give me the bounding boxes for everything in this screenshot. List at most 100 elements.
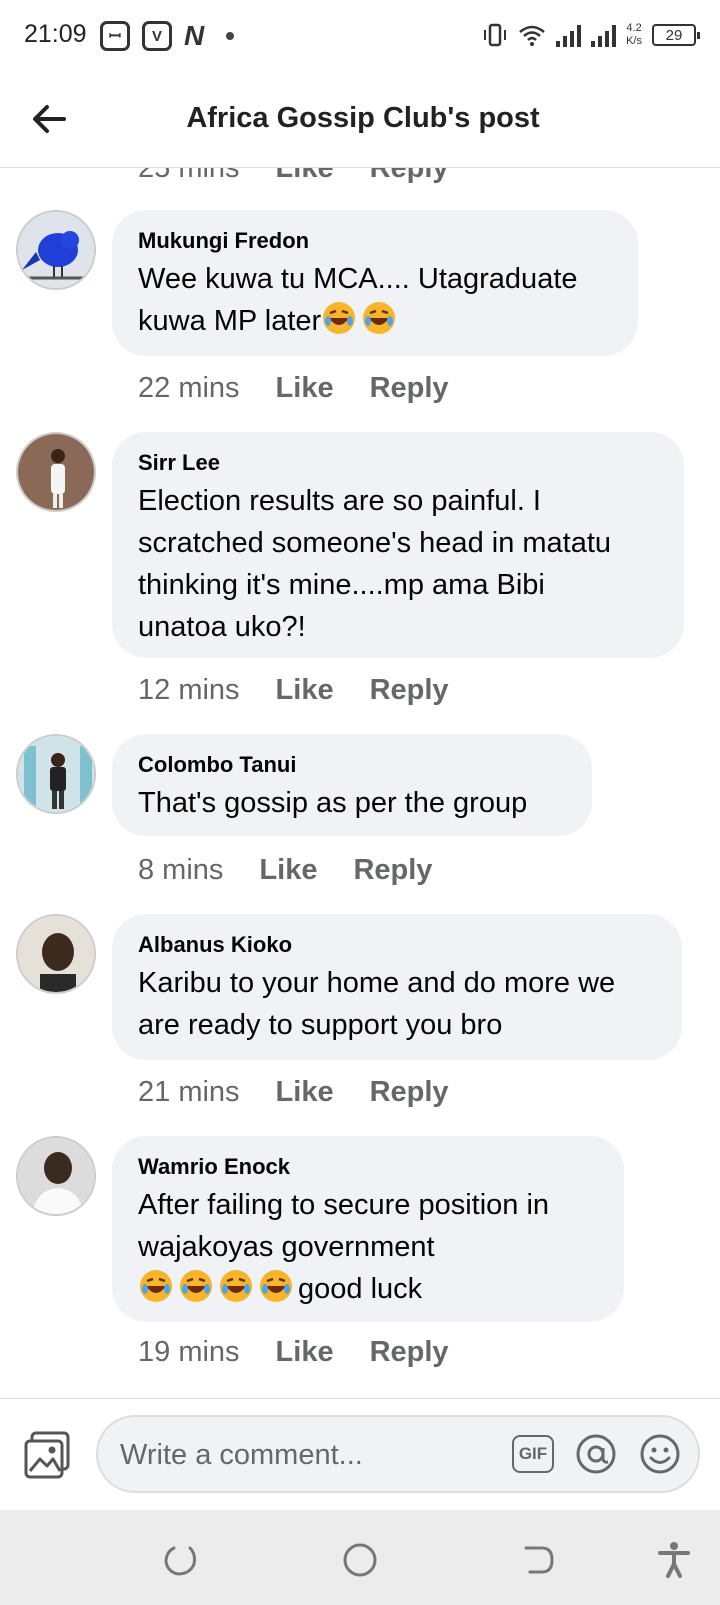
notification-icons: ꟷ V N [100, 20, 235, 52]
reply-button[interactable]: Reply [370, 1076, 449, 1109]
comment-input[interactable]: Write a comment... GIF [96, 1415, 700, 1493]
comment-meta: 8 mins Like Reply [138, 854, 432, 887]
person-in-white-avatar-icon [18, 434, 94, 510]
comment-line: are ready to support you bro [138, 1009, 503, 1041]
reply-button[interactable]: Reply [370, 1336, 449, 1369]
comment-composer: Write a comment... GIF [0, 1398, 720, 1510]
status-indicators: 4.2 K/s 29 [482, 22, 700, 48]
comment-line: Karibu to your home and do more we [138, 967, 616, 999]
laughing-emoji-icon [140, 1270, 172, 1302]
commenter-name[interactable]: Wamrio Enock [138, 1154, 598, 1180]
comment-time: 19 mins [138, 1336, 240, 1368]
vibrate-icon [484, 23, 507, 47]
laughing-emoji-icon [260, 1270, 292, 1302]
comment-line: kuwa MP later [138, 305, 322, 337]
back-nav-icon [524, 1546, 554, 1574]
laughing-emoji-icon [323, 302, 356, 334]
battery-level: 29 [665, 26, 683, 44]
back-nav-button[interactable] [520, 1540, 560, 1580]
comment-line: That's gossip as per the group [138, 787, 528, 819]
avatar-sirr-lee[interactable] [16, 432, 96, 512]
reply-button[interactable]: Reply [370, 168, 449, 185]
comment-meta: 21 mins Like Reply [138, 1076, 449, 1109]
comment-text: Karibu to your home and do more we are r… [138, 962, 656, 1046]
like-button[interactable]: Like [276, 168, 334, 185]
comment-meta: 12 mins Like Reply [138, 674, 449, 707]
person-standing-avatar-icon [18, 736, 94, 812]
laughing-emoji-icon [180, 1270, 212, 1302]
net-speed-value: 4.2 [626, 22, 642, 34]
status-time: 21:09 [24, 20, 87, 48]
comment-time: 8 mins [138, 854, 224, 886]
accessibility-button[interactable] [654, 1540, 694, 1580]
home-button[interactable] [340, 1540, 380, 1580]
avatar-wamrio-enock[interactable] [16, 1136, 96, 1216]
comments-list[interactable]: 25 mins Like Reply Mukungi Fredon Wee ku… [0, 168, 720, 1398]
person-white-shirt-avatar-icon [18, 1138, 94, 1214]
n-app-notification-icon: N [184, 20, 205, 51]
comment-time: 12 mins [138, 674, 240, 706]
add-photo-button[interactable] [22, 1429, 74, 1481]
like-button[interactable]: Like [276, 1076, 334, 1109]
like-button[interactable]: Like [259, 854, 317, 887]
comment-line: unatoa uko?! [138, 611, 306, 643]
comment-bubble[interactable]: Colombo Tanui That's gossip as per the g… [112, 734, 592, 836]
comment-time: 25 mins [138, 168, 240, 184]
comment-text: After failing to secure position in waja… [138, 1184, 598, 1310]
laughing-emoji-icon [220, 1270, 252, 1302]
gif-button[interactable]: GIF [512, 1435, 554, 1473]
commenter-name[interactable]: Sirr Lee [138, 450, 658, 476]
smiley-icon [640, 1434, 680, 1474]
comment-bubble[interactable]: Wamrio Enock After failing to secure pos… [112, 1136, 624, 1322]
like-button[interactable]: Like [276, 372, 334, 405]
home-circle-icon [343, 1543, 377, 1577]
app-header: Africa Gossip Club's post [0, 72, 720, 168]
app-notification-icon: ꟷ [100, 21, 130, 51]
wifi-icon [519, 25, 545, 46]
comment-bubble[interactable]: Mukungi Fredon Wee kuwa tu MCA.... Utagr… [112, 210, 638, 356]
comment-text: Wee kuwa tu MCA.... Utagraduate kuwa MP … [138, 258, 612, 342]
reply-button[interactable]: Reply [370, 372, 449, 405]
comment-time: 22 mins [138, 372, 240, 404]
avatar-blue-bird[interactable] [16, 210, 96, 290]
comment-line: good luck [298, 1273, 423, 1305]
commenter-name[interactable]: Mukungi Fredon [138, 228, 612, 254]
comment-bubble[interactable]: Albanus Kioko Karibu to your home and do… [112, 914, 682, 1060]
reply-button[interactable]: Reply [370, 674, 449, 707]
system-navigation-bar [0, 1510, 720, 1605]
commenter-name[interactable]: Albanus Kioko [138, 932, 656, 958]
battery-icon: 29 [652, 24, 700, 46]
comment-text: Election results are so painful. I scrat… [138, 480, 658, 648]
comment-line: thinking it's mine....mp ama Bibi [138, 569, 545, 601]
avatar-colombo-tanui[interactable] [16, 734, 96, 814]
comment-text: That's gossip as per the group [138, 782, 566, 824]
mention-icon [576, 1434, 616, 1474]
net-speed-unit: K/s [626, 35, 642, 47]
comment-meta: 22 mins Like Reply [138, 372, 449, 405]
emoji-button[interactable] [638, 1432, 682, 1476]
v-app-notification-icon: V [142, 21, 172, 51]
comment-placeholder: Write a comment... [120, 1439, 363, 1471]
blue-bird-avatar-icon [18, 212, 94, 288]
laughing-emoji-icon [363, 302, 396, 334]
more-notifications-dot-icon [226, 32, 235, 40]
signal-2-icon [591, 23, 617, 47]
comment-bubble[interactable]: Sirr Lee Election results are so painful… [112, 432, 684, 658]
comment-line: After failing to secure position in [138, 1189, 550, 1221]
comment-line: wajakoyas government [138, 1231, 435, 1263]
like-button[interactable]: Like [276, 674, 334, 707]
mention-button[interactable] [574, 1432, 618, 1476]
signal-icon [556, 23, 582, 47]
person-portrait-avatar-icon [18, 916, 94, 992]
reply-button[interactable]: Reply [353, 854, 432, 887]
commenter-name[interactable]: Colombo Tanui [138, 752, 566, 778]
like-button[interactable]: Like [276, 1336, 334, 1369]
recents-button[interactable] [160, 1540, 200, 1580]
page-title: Africa Gossip Club's post [186, 102, 540, 134]
comment-time: 21 mins [138, 1076, 240, 1108]
recents-icon [164, 1546, 196, 1576]
avatar-albanus-kioko[interactable] [16, 914, 96, 994]
comment-line: Wee kuwa tu MCA.... Utagraduate [138, 263, 578, 295]
net-speed: 4.2 K/s [626, 22, 642, 48]
comment-line: scratched someone's head in matatu [138, 527, 612, 559]
